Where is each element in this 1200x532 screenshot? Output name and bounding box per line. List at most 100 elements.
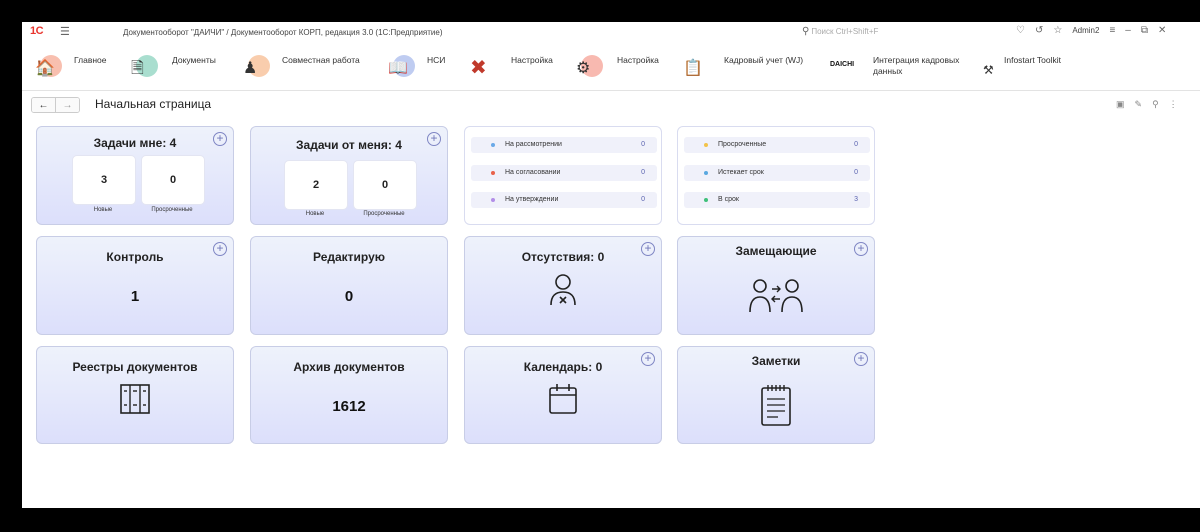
hamburger-menu-icon[interactable]: ☰ xyxy=(60,25,70,38)
search-icon: ⚲ xyxy=(802,26,810,37)
tile-editing[interactable]: Редактирую 0 xyxy=(250,236,448,335)
reference-icon: 📖 xyxy=(388,60,408,77)
calendar-icon xyxy=(465,383,661,420)
status-row[interactable]: На согласовании 0 xyxy=(471,165,657,181)
binders-icon xyxy=(37,383,233,420)
sections-panel: 🏠 Главное 🗎 Документы ♟ Совместная работ… xyxy=(22,47,1200,91)
toolkit-icon: ⚒ xyxy=(983,63,994,77)
app-window: 1С ☰ Документооборот "ДАИЧИ" / Документо… xyxy=(22,22,1200,508)
history-icon[interactable]: ↺ xyxy=(1035,25,1043,36)
tile-document-registers[interactable]: Реестры документов xyxy=(36,346,234,444)
daichi-logo: DAICHI xyxy=(830,61,855,68)
tile-title: Календарь: 0 xyxy=(523,360,603,374)
print-icon[interactable]: ▣ xyxy=(1116,99,1125,110)
section-settings-tools[interactable]: ✖ Настройка xyxy=(469,47,569,91)
section-settings[interactable]: ⚙ Настройка xyxy=(575,47,675,91)
add-icon[interactable]: + xyxy=(213,132,227,146)
new-label: Новые xyxy=(305,211,325,217)
section-documents[interactable]: 🗎 Документы xyxy=(130,47,230,91)
status-dot xyxy=(491,143,495,147)
tile-my-tasks[interactable]: Задачи мне: 4 + 3 0 Новые Просроченные xyxy=(36,126,234,225)
status-row[interactable]: На рассмотрении 0 xyxy=(471,137,657,153)
tile-tasks-from-me[interactable]: Задачи от меня: 4 + 2 0 Новые Просроченн… xyxy=(250,126,448,225)
zoom-icon[interactable]: ⚲ xyxy=(1152,99,1159,110)
section-main[interactable]: 🏠 Главное xyxy=(34,47,114,91)
forward-button[interactable]: → xyxy=(55,98,79,112)
tile-title: Архив документов xyxy=(293,360,405,374)
section-nsi[interactable]: 📖 НСИ xyxy=(387,47,467,91)
overdue-tasks-count[interactable]: 0 xyxy=(141,155,205,205)
minimize-icon[interactable]: – xyxy=(1125,25,1131,36)
title-bar-controls: ♡ ↺ ☆ Admin2 ≡ – ⧉ ✕ xyxy=(1016,25,1166,36)
tile-title: Отсутствия: 0 xyxy=(521,250,605,264)
tile-title: Задачи от меня: 4 xyxy=(296,138,402,152)
add-icon[interactable]: + xyxy=(854,352,868,366)
section-collaboration[interactable]: ♟ Совместная работа xyxy=(242,47,382,91)
tile-document-statuses: На рассмотрении 0 На согласовании 0 На у… xyxy=(464,126,662,225)
section-hr[interactable]: 📋 Кадровый учет (WJ) xyxy=(682,47,822,91)
status-row[interactable]: На утверждении 0 xyxy=(471,192,657,208)
tile-absences[interactable]: Отсутствия: 0 + xyxy=(464,236,662,335)
deadline-row[interactable]: Просроченные 0 xyxy=(684,137,870,153)
tile-substitutes[interactable]: Замещающие + xyxy=(677,236,875,335)
home-icon: 🏠 xyxy=(35,60,55,77)
page-title: Начальная страница xyxy=(95,97,212,111)
settings-menu-icon[interactable]: ≡ xyxy=(1109,25,1115,36)
copy-link-icon[interactable]: ✎ xyxy=(1135,99,1143,110)
hr-icon: 📋 xyxy=(683,60,703,77)
documents-icon: 🗎 xyxy=(131,60,144,77)
tile-title: Заметки xyxy=(751,354,801,368)
add-icon[interactable]: + xyxy=(854,242,868,256)
archive-count: 1612 xyxy=(332,398,366,415)
section-hr-integration[interactable]: DAICHI Интеграция кадровых данных xyxy=(828,47,978,91)
add-icon[interactable]: + xyxy=(641,352,655,366)
tools-icon: ✖ xyxy=(470,57,487,79)
tile-title: Контроль xyxy=(106,250,164,264)
star-icon[interactable]: ☆ xyxy=(1053,25,1062,36)
team-icon: ♟ xyxy=(243,60,258,77)
status-dot xyxy=(704,171,708,175)
tile-deadlines: Просроченные 0 Истекает срок 0 В срок 3 xyxy=(677,126,875,225)
status-dot xyxy=(704,198,708,202)
control-count: 1 xyxy=(130,288,140,305)
app-logo: 1С xyxy=(30,25,44,37)
section-infostart-toolkit[interactable]: ⚒ Infostart Toolkit xyxy=(982,47,1092,91)
history-nav: ← → xyxy=(31,97,80,113)
global-search[interactable]: ⚲ Поиск Ctrl+Shift+F xyxy=(802,26,878,37)
status-dot xyxy=(491,171,495,175)
new-tasks-count[interactable]: 2 xyxy=(284,160,348,210)
tile-title: Реестры документов xyxy=(72,360,198,374)
page-tools: ▣ ✎ ⚲ ⋮ xyxy=(1116,99,1178,110)
status-dot xyxy=(491,198,495,202)
new-label: Новые xyxy=(93,207,113,213)
substitution-icon xyxy=(678,277,874,318)
status-dot xyxy=(704,143,708,147)
gear-icon: ⚙ xyxy=(576,60,591,77)
restore-icon[interactable]: ⧉ xyxy=(1141,25,1148,36)
add-icon[interactable]: + xyxy=(427,132,441,146)
user-name[interactable]: Admin2 xyxy=(1072,26,1099,35)
tile-document-archive[interactable]: Архив документов 1612 xyxy=(250,346,448,444)
new-tasks-count[interactable]: 3 xyxy=(72,155,136,205)
tile-calendar[interactable]: Календарь: 0 + xyxy=(464,346,662,444)
more-menu-icon[interactable]: ⋮ xyxy=(1169,99,1178,110)
sections-divider xyxy=(22,90,1200,91)
bell-icon[interactable]: ♡ xyxy=(1016,25,1025,36)
absent-person-icon xyxy=(465,272,661,311)
add-icon[interactable]: + xyxy=(641,242,655,256)
overdue-label: Просроченные xyxy=(363,211,405,217)
deadline-row[interactable]: Истекает срок 0 xyxy=(684,165,870,181)
add-icon[interactable]: + xyxy=(213,242,227,256)
back-button[interactable]: ← xyxy=(32,98,55,112)
notes-icon xyxy=(678,383,874,432)
tile-title: Редактирую xyxy=(312,250,386,264)
search-input[interactable]: Поиск Ctrl+Shift+F xyxy=(811,27,878,36)
tile-notes[interactable]: Заметки + xyxy=(677,346,875,444)
close-icon[interactable]: ✕ xyxy=(1158,25,1166,36)
window-title: Документооборот "ДАИЧИ" / Документооборо… xyxy=(123,28,443,37)
tile-title: Задачи мне: 4 xyxy=(93,136,177,150)
overdue-label: Просроченные xyxy=(151,207,193,213)
tile-control[interactable]: Контроль + 1 xyxy=(36,236,234,335)
overdue-tasks-count[interactable]: 0 xyxy=(353,160,417,210)
deadline-row[interactable]: В срок 3 xyxy=(684,192,870,208)
